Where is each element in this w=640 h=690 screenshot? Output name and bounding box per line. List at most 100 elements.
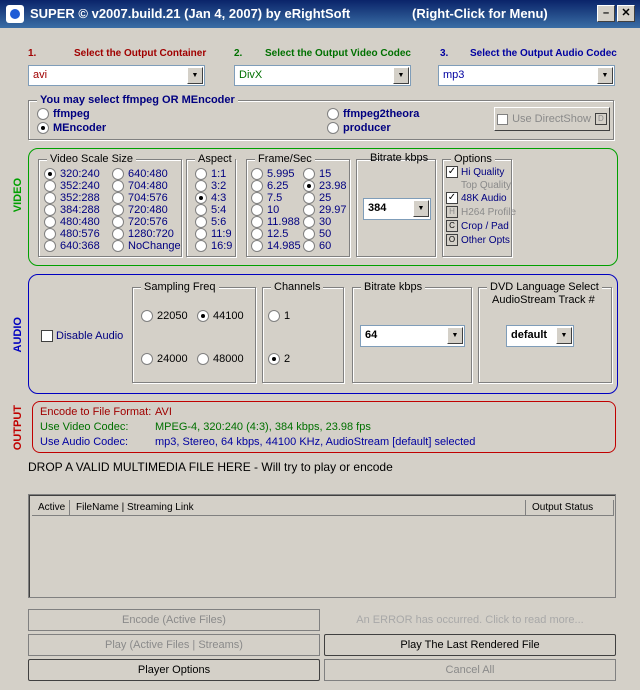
chevron-down-icon[interactable]: ▼ [413,200,429,217]
column-active[interactable]: Active [32,500,70,516]
radio-scale-480-480[interactable]: 480:480 [44,216,100,228]
radio-fps-23-98[interactable]: 23.98 [303,180,347,192]
radio-producer[interactable]: producer [327,122,391,134]
radio-fps-5-995[interactable]: 5.995 [251,168,295,180]
close-icon[interactable]: ✕ [617,5,635,22]
radio-ffmpeg2theora[interactable]: ffmpeg2theora [327,108,419,120]
48k-audio-checkbox[interactable]: ✓ 48K Audio [446,192,507,204]
radio-fps-15[interactable]: 15 [303,168,331,180]
radio-fps-12-5[interactable]: 12.5 [251,228,288,240]
step2-label: Select the Output Video Codec [265,48,411,59]
app-icon[interactable] [6,5,24,23]
radio-scale-704-480[interactable]: 704:480 [112,180,168,192]
use-directshow-button[interactable]: Use DirectShow D [494,107,610,131]
step1-number: 1. [28,48,37,59]
format-value: AVI [155,406,172,418]
radio-scale-480-576[interactable]: 480:576 [44,228,100,240]
container-select[interactable]: avi ▼ [28,65,205,86]
container-value: avi [33,69,48,81]
scale-title: Video Scale Size [47,153,136,165]
channels-group: Channels [262,281,344,383]
radio-aspect-1-1[interactable]: 1:1 [195,168,226,180]
radio-scale-720-576[interactable]: 720:576 [112,216,168,228]
column-filename[interactable]: FileName | Streaming Link [70,500,526,516]
radio-fps-11-988[interactable]: 11.988 [251,216,300,228]
radio-scale-640-480[interactable]: 640:480 [112,168,168,180]
aspect-title: Aspect [195,153,235,165]
radio-fps-6-25[interactable]: 6.25 [251,180,288,192]
chevron-down-icon[interactable]: ▼ [597,67,613,84]
player-options-button[interactable]: Player Options [28,659,320,681]
video-bitrate-title: Bitrate kbps [370,152,429,164]
top-quality-checkbox[interactable]: Top Quality [446,179,511,191]
audio-codec-label: Use Audio Codec: [40,436,129,448]
play-active-button[interactable]: Play (Active Files | Streams) [28,634,320,656]
hi-quality-checkbox[interactable]: ✓ Hi Quality [446,166,504,178]
chevron-down-icon[interactable]: ▼ [187,67,203,84]
step2-number: 2. [234,48,243,59]
cancel-all-button[interactable]: Cancel All [324,659,616,681]
radio-aspect-5-4[interactable]: 5:4 [195,204,226,216]
radio-scale-384-288[interactable]: 384:288 [44,204,100,216]
video-codec-select[interactable]: DivX ▼ [234,65,411,86]
dvd-track-select[interactable]: default ▼ [506,325,574,347]
radio-aspect-11-9[interactable]: 11:9 [195,228,232,240]
step3-label: Select the Output Audio Codec [470,48,617,59]
channels-title: Channels [271,281,324,293]
radio-channel-1[interactable]: 1 [268,310,290,322]
minimize-icon[interactable]: – [597,5,615,22]
title-bar[interactable]: SUPER © v2007.build.21 (Jan 4, 2007) by … [0,0,640,28]
drop-zone-text: DROP A VALID MULTIMEDIA FILE HERE - Will… [28,460,393,474]
radio-fps-25[interactable]: 25 [303,192,331,204]
h264-profile-button[interactable]: H H264 Profile [446,206,516,218]
radio-fps-30[interactable]: 30 [303,216,331,228]
radio-aspect-16-9[interactable]: 16:9 [195,240,232,252]
radio-scale-640-368[interactable]: 640:368 [44,240,100,252]
radio-scale-704-576[interactable]: 704:576 [112,192,168,204]
audio-bitrate-value: 64 [365,329,378,341]
radio-scale-720-480[interactable]: 720:480 [112,204,168,216]
radio-fps-7-5[interactable]: 7.5 [251,192,282,204]
radio-48000[interactable]: 48000 [197,353,244,365]
radio-fps-14-985[interactable]: 14.985 [251,240,301,252]
crop-pad-button[interactable]: C Crop / Pad [446,220,509,232]
radio-fps-60[interactable]: 60 [303,240,331,252]
radio-aspect-3-2[interactable]: 3:2 [195,180,226,192]
chevron-down-icon[interactable]: ▼ [556,327,572,344]
play-last-button[interactable]: Play The Last Rendered File [324,634,616,656]
disable-audio-checkbox[interactable]: Disable Audio [41,330,123,342]
right-click-hint: (Right-Click for Menu) [412,6,548,21]
radio-scale-nochange[interactable]: NoChange [112,240,181,252]
radio-scale-352-288[interactable]: 352:288 [44,192,100,204]
column-output-status[interactable]: Output Status [526,500,614,516]
radio-scale-320-240[interactable]: 320:240 [44,168,100,180]
video-bitrate-select[interactable]: 384 ▼ [363,198,431,220]
radio-44100[interactable]: 44100 [197,310,244,322]
radio-aspect-4-3[interactable]: 4:3 [195,192,226,204]
video-section-label: VIDEO [12,178,24,213]
radio-scale-352-240[interactable]: 352:240 [44,180,100,192]
radio-fps-29-97[interactable]: 29.97 [303,204,347,216]
other-opts-button[interactable]: O Other Opts [446,234,510,246]
radio-scale-1280-720[interactable]: 1280:720 [112,228,174,240]
audio-bitrate-select[interactable]: 64 ▼ [360,325,465,347]
radio-mencoder[interactable]: MEncoder [37,122,106,134]
audio-codec-select[interactable]: mp3 ▼ [438,65,615,86]
chevron-down-icon[interactable]: ▼ [393,67,409,84]
radio-fps-50[interactable]: 50 [303,228,331,240]
error-message-button[interactable]: An ERROR has occurred. Click to read mor… [324,609,616,631]
radio-24000[interactable]: 24000 [141,353,188,365]
audio-codec-summary: mp3, Stereo, 64 kbps, 44100 KHz, AudioSt… [155,436,476,448]
dvd-track-value: default [511,329,548,341]
encode-button[interactable]: Encode (Active Files) [28,609,320,631]
encoder-title: You may select ffmpeg OR MEncoder [37,94,238,106]
radio-aspect-5-6[interactable]: 5:6 [195,216,226,228]
radio-ffmpeg[interactable]: ffmpeg [37,108,90,120]
directshow-key: D [594,113,607,125]
format-label: Encode to File Format: [40,406,152,418]
radio-fps-10[interactable]: 10 [251,204,279,216]
radio-channel-2[interactable]: 2 [268,353,290,365]
sampling-group: Sampling Freq [132,281,256,383]
radio-22050[interactable]: 22050 [141,310,188,322]
chevron-down-icon[interactable]: ▼ [447,327,463,344]
